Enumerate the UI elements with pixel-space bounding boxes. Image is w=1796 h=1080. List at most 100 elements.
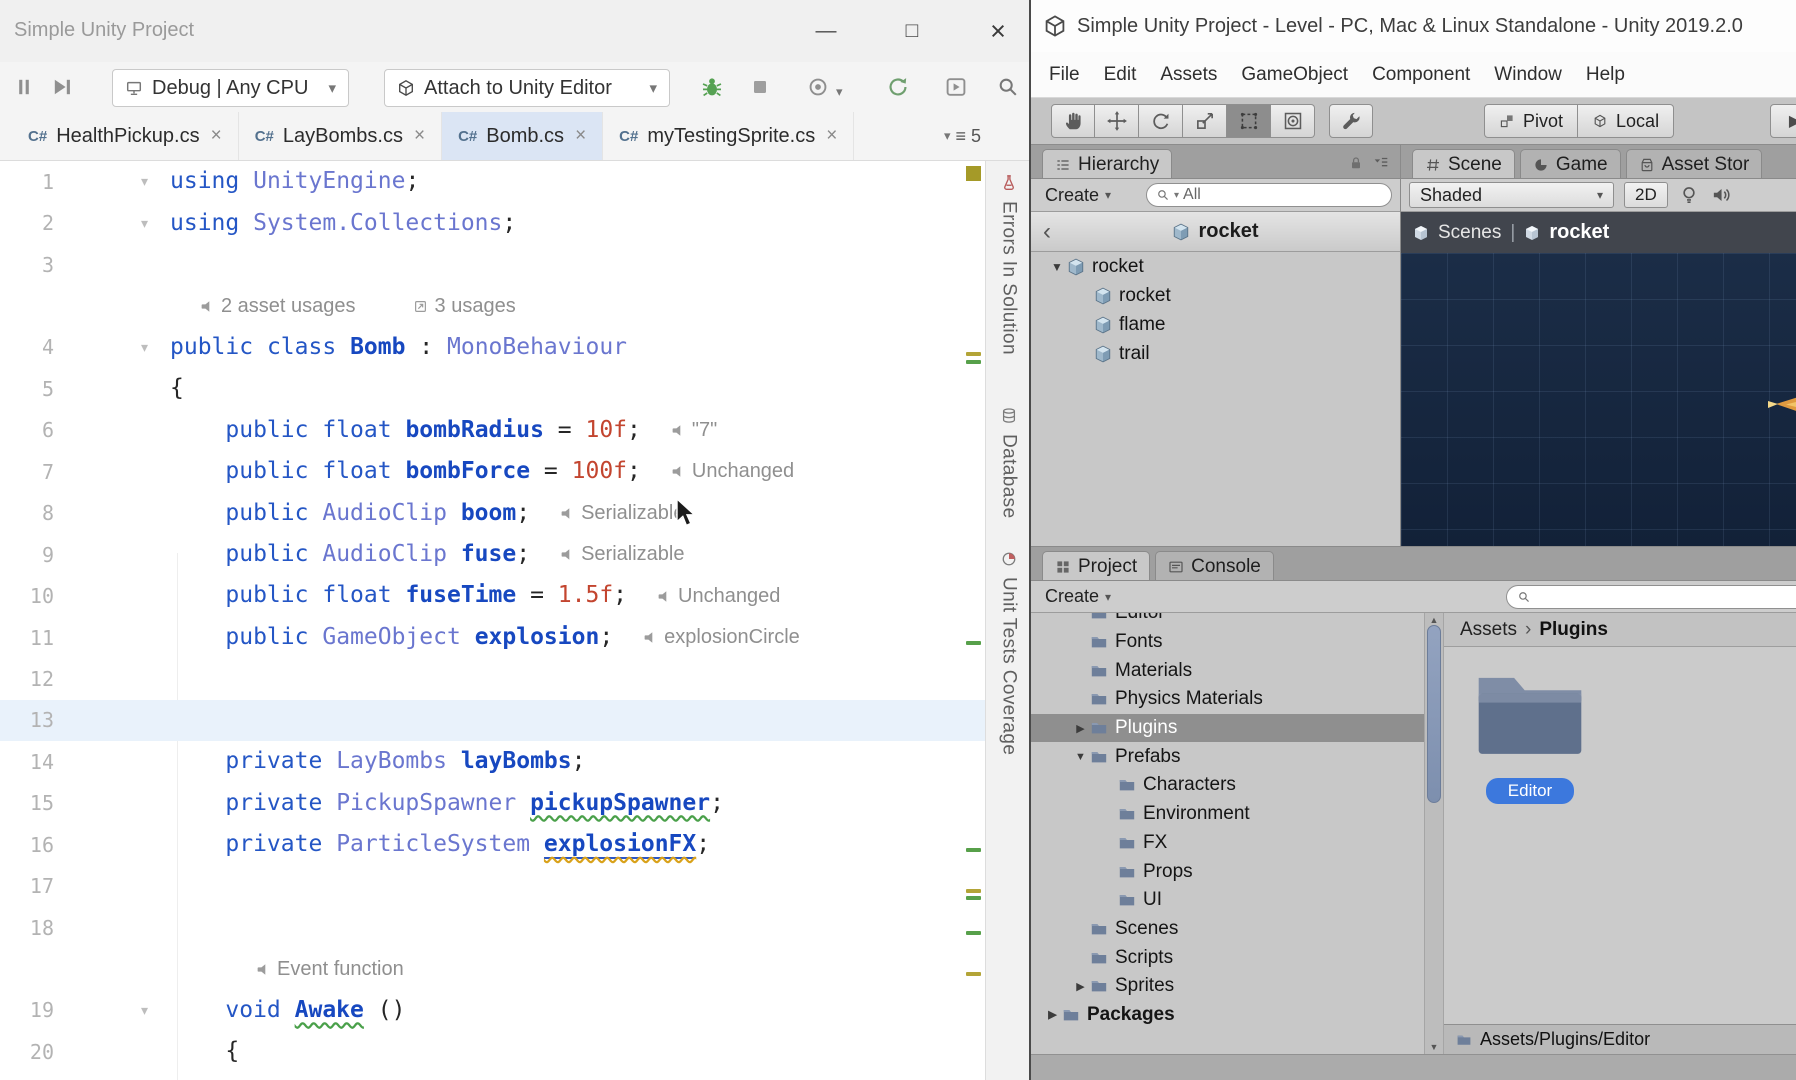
- inlay-hint[interactable]: explosionCircle: [643, 626, 800, 649]
- draw-mode-select[interactable]: Shaded ▾: [1409, 182, 1614, 208]
- code-editor[interactable]: 1▾using UnityEngine;2▾using System.Colle…: [0, 161, 985, 1080]
- inlay-hint[interactable]: 2 asset usages: [200, 295, 356, 318]
- tab-scene[interactable]: Scene: [1412, 149, 1515, 178]
- menu-component[interactable]: Component: [1360, 64, 1482, 86]
- back-icon[interactable]: ‹: [1043, 218, 1051, 246]
- code-line[interactable]: 13: [0, 700, 985, 741]
- pivot-toggle[interactable]: Pivot: [1484, 104, 1578, 138]
- maximize-button[interactable]: □: [897, 19, 927, 43]
- tab-hierarchy[interactable]: Hierarchy: [1042, 149, 1172, 178]
- step-over-icon[interactable]: [50, 75, 74, 99]
- inlay-hint[interactable]: "7": [671, 419, 717, 442]
- scene-viewport[interactable]: [1401, 253, 1796, 546]
- hand-tool-button[interactable]: [1051, 104, 1095, 138]
- search-icon[interactable]: [996, 75, 1020, 99]
- tool-window-tab-unit-tests-coverage[interactable]: Unit Tests Coverage: [986, 550, 1031, 755]
- profiler-icon[interactable]: [944, 75, 968, 99]
- stripe-mark[interactable]: [966, 641, 981, 645]
- stripe-mark[interactable]: [966, 972, 981, 976]
- scale-tool-button[interactable]: [1183, 104, 1227, 138]
- attach-to-unity-select[interactable]: Attach to Unity Editor ▾: [384, 69, 670, 107]
- hierarchy-item-trail[interactable]: trail: [1031, 339, 1400, 368]
- code-line[interactable]: 11 public GameObject explosion;explosion…: [0, 617, 985, 658]
- tab-game[interactable]: Game: [1520, 149, 1621, 178]
- editor-tab-mytestingsprite-cs[interactable]: C#myTestingSprite.cs×: [603, 112, 854, 160]
- code-line[interactable]: 12: [0, 658, 985, 699]
- project-create-button[interactable]: Create ▾: [1039, 584, 1117, 609]
- stripe-mark[interactable]: [966, 931, 981, 935]
- hierarchy-item-rocket[interactable]: rocket: [1031, 281, 1400, 310]
- tool-window-tab-errors-in-solution[interactable]: Errors In Solution: [986, 174, 1031, 355]
- tab-asset-stor[interactable]: Asset Stor: [1626, 149, 1763, 178]
- tab-console[interactable]: Console: [1155, 551, 1274, 580]
- audio-toggle-icon[interactable]: [1710, 184, 1732, 206]
- code-line[interactable]: 16 private ParticleSystem explosionFX;: [0, 824, 985, 865]
- project-tree-item-sprites[interactable]: ▶Sprites: [1031, 972, 1424, 1001]
- project-tree-item-prefabs[interactable]: ▼Prefabs: [1031, 742, 1424, 771]
- panel-menu-icon[interactable]: [1372, 154, 1390, 172]
- close-button[interactable]: ×: [983, 16, 1013, 47]
- 2d-toggle[interactable]: 2D: [1624, 182, 1668, 208]
- rotate-tool-button[interactable]: [1139, 104, 1183, 138]
- close-tab-icon[interactable]: ×: [414, 125, 425, 147]
- code-line[interactable]: 1▾using UnityEngine;: [0, 161, 985, 202]
- expand-toggle-icon[interactable]: ▼: [1047, 260, 1067, 274]
- inlay-hint[interactable]: Unchanged: [657, 585, 780, 608]
- custom-tool-button[interactable]: [1329, 104, 1373, 138]
- inlay-hint[interactable]: Serializable: [560, 502, 684, 525]
- stripe-mark[interactable]: [966, 848, 981, 852]
- project-tree-item-physics-materials[interactable]: Physics Materials: [1031, 685, 1424, 714]
- expand-toggle-icon[interactable]: ▼: [1071, 751, 1090, 763]
- code-line[interactable]: 5{: [0, 368, 985, 409]
- menu-edit[interactable]: Edit: [1092, 64, 1149, 86]
- tool-window-tab-database[interactable]: Database: [986, 407, 1031, 519]
- project-tree-item-fonts[interactable]: Fonts: [1031, 628, 1424, 657]
- menu-help[interactable]: Help: [1574, 64, 1637, 86]
- project-tree-item-ui[interactable]: UI: [1031, 886, 1424, 915]
- asset-breadcrumb[interactable]: Assets › Plugins: [1444, 613, 1796, 647]
- move-tool-button[interactable]: [1095, 104, 1139, 138]
- project-tree-item-scenes[interactable]: Scenes: [1031, 915, 1424, 944]
- pause-icon[interactable]: [12, 75, 36, 99]
- hidden-tabs-dropdown[interactable]: ▾ ≡ 5: [944, 112, 1031, 160]
- run-configuration-select[interactable]: Debug | Any CPU ▾: [112, 69, 349, 107]
- chevron-down-icon[interactable]: ▾: [836, 84, 843, 100]
- fold-marker-icon[interactable]: ▾: [58, 173, 158, 190]
- close-tab-icon[interactable]: ×: [575, 125, 586, 147]
- stripe-mark[interactable]: [966, 889, 981, 893]
- code-line[interactable]: 14 private LayBombs layBombs;: [0, 741, 985, 782]
- expand-toggle-icon[interactable]: ▶: [1043, 1008, 1062, 1021]
- project-search-input[interactable]: [1506, 585, 1796, 609]
- code-hint-row[interactable]: 2 asset usages 3 usages: [0, 285, 985, 326]
- stripe-mark[interactable]: [966, 352, 981, 356]
- stop-icon[interactable]: [748, 75, 772, 99]
- fold-marker-icon[interactable]: ▾: [58, 215, 158, 232]
- inlay-hint[interactable]: Serializable: [560, 543, 684, 566]
- fold-marker-icon[interactable]: ▾: [58, 1002, 158, 1019]
- code-line[interactable]: 9 public AudioClip fuse;Serializable: [0, 534, 985, 575]
- code-line[interactable]: 6 public float bombRadius = 10f;"7": [0, 410, 985, 451]
- inlay-hint[interactable]: 3 usages: [414, 295, 516, 318]
- rect-tool-button[interactable]: [1227, 104, 1271, 138]
- editor-tab-bomb-cs[interactable]: C#Bomb.cs×: [442, 112, 603, 160]
- transform-tool-button[interactable]: [1271, 104, 1315, 138]
- code-line[interactable]: 7 public float bombForce = 100f;Unchange…: [0, 451, 985, 492]
- project-tree-item-props[interactable]: Props: [1031, 857, 1424, 886]
- stripe-mark[interactable]: [966, 360, 981, 364]
- code-line[interactable]: 17: [0, 865, 985, 906]
- close-tab-icon[interactable]: ×: [211, 125, 222, 147]
- project-scrollbar[interactable]: ▲ ▼: [1424, 613, 1444, 1054]
- scroll-down-icon[interactable]: ▼: [1425, 1042, 1443, 1052]
- tab-project[interactable]: Project: [1042, 551, 1150, 580]
- scrollbar-thumb[interactable]: [1427, 625, 1441, 803]
- stripe-mark[interactable]: [966, 896, 981, 900]
- menu-gameobject[interactable]: GameObject: [1229, 64, 1360, 86]
- hierarchy-create-button[interactable]: Create ▾: [1039, 183, 1117, 208]
- project-tree-item-editor[interactable]: Editor: [1031, 613, 1424, 628]
- code-line[interactable]: 3: [0, 244, 985, 285]
- project-tree-item-plugins[interactable]: ▶Plugins: [1031, 714, 1424, 743]
- hierarchy-item-rocket[interactable]: ▼rocket: [1031, 252, 1400, 281]
- project-tree-item-materials[interactable]: Materials: [1031, 656, 1424, 685]
- code-hint-row[interactable]: Event function: [0, 948, 985, 989]
- lock-icon[interactable]: [1348, 155, 1364, 171]
